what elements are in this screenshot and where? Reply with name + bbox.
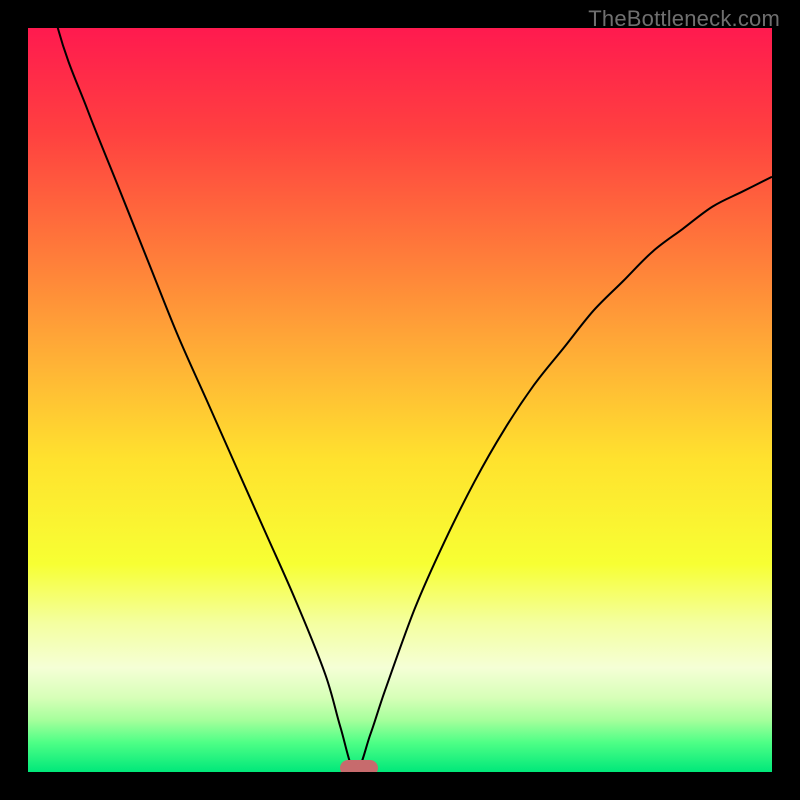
plot-area (28, 28, 772, 772)
chart-frame: TheBottleneck.com (0, 0, 800, 800)
optimum-marker (340, 760, 377, 772)
bottleneck-curve (28, 28, 772, 772)
watermark-text: TheBottleneck.com (588, 6, 780, 32)
